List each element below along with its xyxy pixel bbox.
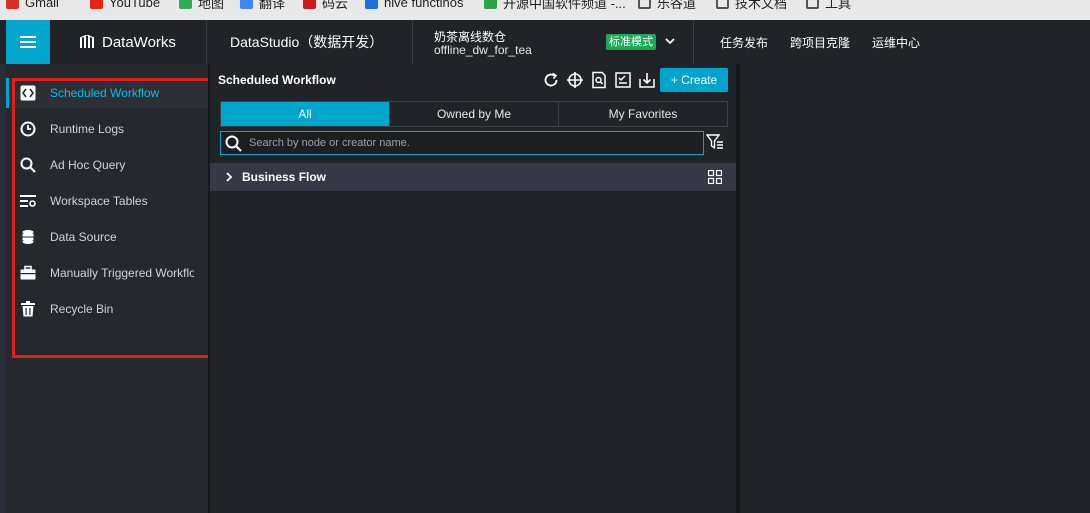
code-icon	[20, 85, 36, 101]
bookmark-folder-1[interactable]: 乐谷道	[638, 0, 696, 11]
oschina-icon	[484, 0, 497, 9]
filter-icon[interactable]	[706, 133, 724, 151]
business-flow-label: Business Flow	[242, 170, 327, 184]
maps-icon	[179, 0, 192, 9]
sidebar-item-label: Manually Triggered Workflow	[50, 266, 194, 280]
bookmark-label: YouTube	[109, 0, 161, 10]
grid-view-icon[interactable]	[708, 170, 722, 184]
refresh-icon[interactable]	[542, 71, 560, 89]
sidebar-item-scheduled-workflow[interactable]: Scheduled Workflow	[6, 78, 208, 108]
search-box	[220, 131, 704, 155]
bookmark-oschina[interactable]: 开源中国软件频道 -...	[484, 0, 626, 11]
checklist-icon[interactable]	[614, 71, 632, 89]
dataworks-logo-icon	[80, 35, 94, 48]
workflow-panel: Scheduled Workflow + Create All Owned by…	[210, 64, 736, 513]
bookmark-folder-3[interactable]: 工具	[806, 0, 851, 11]
module-title[interactable]: DataStudio（数据开发）	[207, 20, 413, 64]
tab-all[interactable]: All	[221, 102, 390, 126]
briefcase-icon	[20, 265, 36, 280]
bookmark-label: 地图	[198, 0, 225, 11]
trash-icon	[21, 301, 35, 317]
bookmark-label: hive functinos	[384, 0, 464, 10]
bookmark-label: 乐谷道	[657, 0, 697, 11]
search-input[interactable]	[249, 134, 689, 152]
import-icon[interactable]	[638, 71, 656, 89]
bookmark-maps[interactable]: 地图	[179, 0, 224, 11]
gitee-icon	[303, 0, 316, 9]
tab-my-favorites[interactable]: My Favorites	[559, 102, 727, 126]
project-id: offline_dw_for_tea	[434, 43, 532, 57]
nav-link-publish[interactable]: 任务发布	[720, 34, 768, 51]
sidebar-item-label: Recycle Bin	[50, 302, 114, 316]
bookmark-label: 翻译	[259, 0, 286, 11]
bookmark-label: 工具	[825, 0, 852, 11]
bookmark-gmail[interactable]: Gmail	[6, 0, 59, 11]
filter-tabs: All Owned by Me My Favorites	[220, 101, 728, 127]
bookmarks-bar: Gmail YouTube 地图 翻译 码云 hive functinos 开源…	[0, 0, 1090, 20]
sidebar-item-ad-hoc-query[interactable]: Ad Hoc Query	[6, 150, 208, 180]
hamburger-icon	[20, 36, 36, 48]
youtube-icon	[90, 0, 103, 9]
mode-badge: 标准模式	[606, 34, 656, 50]
menu-button[interactable]	[6, 20, 50, 64]
business-flow-row[interactable]: Business Flow	[210, 163, 736, 191]
brand-name: DataWorks	[102, 33, 176, 51]
table-list-icon	[20, 195, 36, 207]
editor-area	[740, 64, 1090, 513]
top-nav: DataWorks DataStudio（数据开发） 奶茶离线数仓 offlin…	[0, 20, 1090, 64]
sidebar-item-runtime-logs[interactable]: Runtime Logs	[6, 114, 208, 144]
sidebar-item-label: Workspace Tables	[50, 194, 148, 208]
search-icon	[225, 135, 242, 152]
bookmark-youtube[interactable]: YouTube	[90, 0, 160, 11]
sidebar-item-label: Ad Hoc Query	[50, 158, 126, 172]
folder-icon	[716, 0, 729, 9]
folder-icon	[806, 0, 819, 9]
nav-link-ops[interactable]: 运维中心	[872, 34, 920, 51]
clock-icon	[20, 121, 36, 137]
locate-icon[interactable]	[566, 71, 584, 89]
studio-label: DataStudio（数据开发）	[230, 34, 384, 50]
folder-icon	[638, 0, 651, 9]
sidebar-item-label: Data Source	[50, 230, 117, 244]
search-doc-icon[interactable]	[590, 71, 608, 89]
nav-link-clone[interactable]: 跨项目克隆	[790, 34, 850, 51]
bookmark-gitee[interactable]: 码云	[303, 0, 348, 11]
translate-icon	[240, 0, 253, 9]
sidebar-item-manual-workflow[interactable]: Manually Triggered Workflow	[6, 258, 208, 288]
sidebar-item-label: Scheduled Workflow	[50, 86, 160, 100]
gmail-icon	[6, 0, 19, 9]
bookmark-label: 开源中国软件频道 -...	[503, 0, 626, 11]
brand[interactable]: DataWorks	[50, 20, 207, 64]
bookmark-hive[interactable]: hive functinos	[365, 0, 464, 11]
sidebar-item-workspace-tables[interactable]: Workspace Tables	[6, 186, 208, 216]
sidebar-item-recycle-bin[interactable]: Recycle Bin	[6, 294, 208, 324]
project-selector[interactable]: 奶茶离线数仓 offline_dw_for_tea 标准模式	[414, 20, 694, 64]
sidebar: Scheduled Workflow Runtime Logs Ad Hoc Q…	[6, 64, 208, 513]
nav-links: 任务发布 跨项目克隆 运维中心	[720, 20, 942, 64]
search-icon	[20, 157, 36, 173]
chevron-right-icon[interactable]	[224, 171, 234, 183]
sidebar-item-label: Runtime Logs	[50, 122, 125, 136]
bookmark-label: Gmail	[25, 0, 59, 10]
app-window: Gmail YouTube 地图 翻译 码云 hive functinos 开源…	[0, 0, 1090, 513]
database-icon	[22, 230, 34, 244]
create-button[interactable]: + Create	[660, 68, 728, 92]
sidebar-item-data-source[interactable]: Data Source	[6, 222, 208, 252]
bookmark-translate[interactable]: 翻译	[240, 0, 285, 11]
hive-icon	[365, 0, 378, 9]
bookmark-label: 技术文档	[735, 0, 788, 11]
chevron-down-icon[interactable]	[663, 32, 677, 50]
bookmark-label: 码云	[322, 0, 349, 11]
bookmark-folder-2[interactable]: 技术文档	[716, 0, 787, 11]
tab-owned-by-me[interactable]: Owned by Me	[390, 102, 559, 126]
panel-title: Scheduled Workflow	[218, 73, 336, 87]
